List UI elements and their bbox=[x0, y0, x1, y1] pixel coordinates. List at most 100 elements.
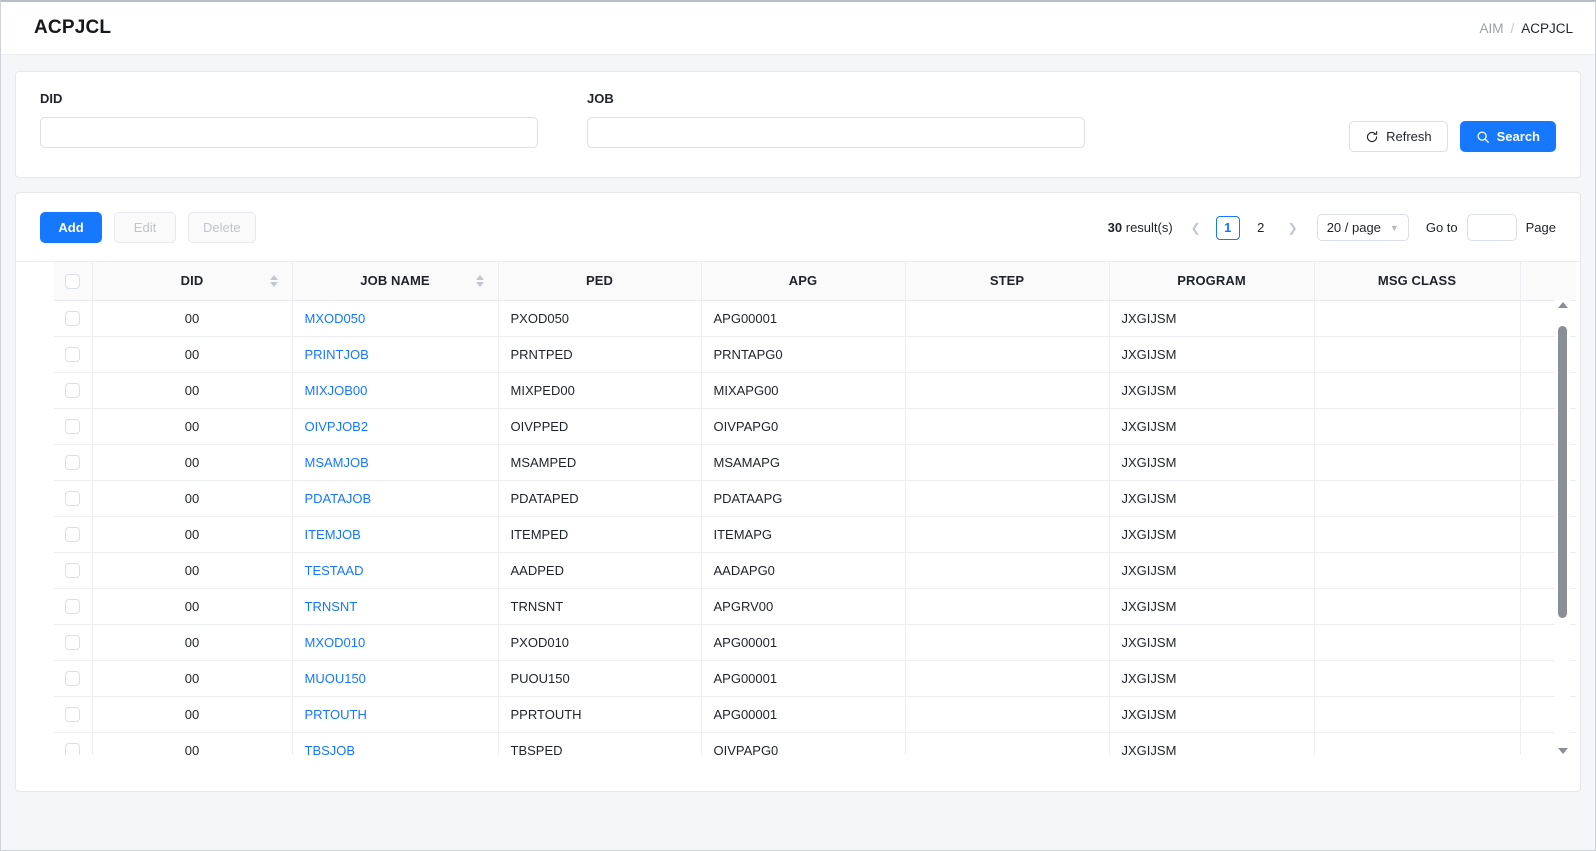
job-name-link[interactable]: MXOD010 bbox=[305, 635, 366, 650]
column-header-ped[interactable]: PED bbox=[498, 262, 702, 301]
cell-msg_class bbox=[1314, 372, 1521, 409]
page-button-1[interactable]: 1 bbox=[1215, 215, 1240, 240]
table-row[interactable]: 00 TRNSNT TRNSNT APGRV00 JXGIJSM bbox=[54, 588, 1576, 625]
scrollbar-track[interactable] bbox=[1558, 312, 1567, 744]
row-checkbox[interactable] bbox=[65, 563, 81, 579]
did-field-label: DID bbox=[40, 91, 63, 106]
cell-apg: AADAPG0 bbox=[701, 552, 906, 589]
column-header-program[interactable]: PROGRAM bbox=[1109, 262, 1315, 301]
table-row[interactable]: 00 MSAMJOB MSAMPED MSAMAPG JXGIJSM bbox=[54, 444, 1576, 481]
cell-job_name: TBSJOB bbox=[292, 732, 499, 756]
table-row[interactable]: 00 PDATAJOB PDATAPED PDATAAPG JXGIJSM bbox=[54, 480, 1576, 517]
job-name-link[interactable]: PRINTJOB bbox=[305, 347, 369, 362]
row-checkbox[interactable] bbox=[65, 311, 81, 327]
page-button-2[interactable]: 2 bbox=[1249, 216, 1273, 240]
chevron-left-icon[interactable]: ❮ bbox=[1185, 216, 1207, 240]
cell-apg: APG00001 bbox=[701, 660, 906, 697]
refresh-button[interactable]: Refresh bbox=[1349, 121, 1448, 152]
job-input[interactable] bbox=[587, 117, 1085, 148]
job-name-link[interactable]: MSAMJOB bbox=[305, 455, 369, 470]
edit-button[interactable]: Edit bbox=[114, 212, 176, 243]
grid-action-buttons: Add Edit Delete bbox=[40, 212, 256, 243]
page-size-select[interactable]: 20 / page ▼ bbox=[1316, 214, 1409, 241]
sort-icon-job-name[interactable] bbox=[475, 274, 484, 287]
row-checkbox[interactable] bbox=[65, 455, 81, 471]
table-body: 00 MXOD050 PXOD050 APG00001 JXGIJSM 00 PRINTJO… bbox=[54, 300, 1576, 755]
table-row[interactable]: 00 TESTAAD AADPED AADAPG0 JXGIJSM bbox=[54, 552, 1576, 589]
scroll-up-arrow-icon[interactable] bbox=[1557, 302, 1568, 308]
job-name-link[interactable]: TESTAAD bbox=[305, 563, 364, 578]
delete-button[interactable]: Delete bbox=[188, 212, 256, 243]
table-row[interactable]: 00 OIVPJOB2 OIVPPED OIVPAPG0 JXGIJSM bbox=[54, 408, 1576, 445]
column-header-did[interactable]: DID bbox=[92, 262, 293, 301]
select-all-checkbox[interactable] bbox=[65, 273, 81, 289]
row-checkbox[interactable] bbox=[65, 743, 81, 755]
goto-page-input[interactable] bbox=[1466, 214, 1517, 241]
did-filter-group: DID bbox=[40, 91, 538, 148]
cell-apg: ITEMAPG bbox=[701, 516, 906, 553]
breadcrumb-separator: / bbox=[1510, 20, 1515, 36]
table-row[interactable]: 00 MXOD010 PXOD010 APG00001 JXGIJSM bbox=[54, 624, 1576, 661]
cell-did: 00 bbox=[92, 660, 293, 697]
cell-program: JXGIJSM bbox=[1109, 408, 1315, 445]
cell-msg_class bbox=[1314, 408, 1521, 445]
job-name-link[interactable]: MXOD050 bbox=[305, 311, 366, 326]
cell-ped: PDATAPED bbox=[498, 480, 702, 517]
job-name-link[interactable]: ITEMJOB bbox=[305, 527, 361, 542]
table-row[interactable]: 00 TBSJOB TBSPED OIVPAPG0 JXGIJSM bbox=[54, 732, 1576, 755]
search-button[interactable]: Search bbox=[1459, 121, 1556, 152]
page-size-label: 20 / page bbox=[1326, 220, 1381, 235]
table-row[interactable]: 00 MXOD050 PXOD050 APG00001 JXGIJSM bbox=[54, 300, 1576, 337]
column-label-did: DID bbox=[180, 273, 204, 289]
add-button[interactable]: Add bbox=[40, 212, 102, 243]
result-count: 30 result(s) bbox=[1108, 220, 1173, 235]
table-row[interactable]: 00 ITEMJOB ITEMPED ITEMAPG JXGIJSM bbox=[54, 516, 1576, 553]
row-select-cell bbox=[54, 444, 93, 481]
job-field-label: JOB bbox=[587, 91, 614, 106]
job-name-link[interactable]: TRNSNT bbox=[305, 599, 358, 614]
table-scroll-container: DID JOB NAME PED APG STEP PROGRAM MSG CL… bbox=[16, 261, 1580, 755]
row-checkbox[interactable] bbox=[65, 383, 81, 399]
job-name-link[interactable]: TBSJOB bbox=[305, 743, 356, 756]
cell-program: JXGIJSM bbox=[1109, 552, 1315, 589]
cell-program: JXGIJSM bbox=[1109, 480, 1315, 517]
row-checkbox[interactable] bbox=[65, 527, 81, 543]
column-header-job-name[interactable]: JOB NAME bbox=[292, 262, 499, 301]
cell-msg_class bbox=[1314, 696, 1521, 733]
row-checkbox[interactable] bbox=[65, 599, 81, 615]
row-checkbox[interactable] bbox=[65, 671, 81, 687]
breadcrumb-current: ACPJCL bbox=[1521, 20, 1573, 36]
top-header-bar: ACPJCL AIM / ACPJCL bbox=[1, 2, 1595, 55]
row-checkbox[interactable] bbox=[65, 347, 81, 363]
sort-icon-did[interactable] bbox=[269, 274, 278, 287]
job-name-link[interactable]: PRTOUTH bbox=[305, 707, 367, 722]
cell-job_name: MUOU150 bbox=[292, 660, 499, 697]
did-input[interactable] bbox=[40, 117, 538, 148]
cell-msg_class bbox=[1314, 660, 1521, 697]
table-row[interactable]: 00 MIXJOB00 MIXPED00 MIXAPG00 JXGIJSM bbox=[54, 372, 1576, 409]
row-checkbox[interactable] bbox=[65, 707, 81, 723]
chevron-right-icon[interactable]: ❯ bbox=[1282, 216, 1304, 240]
scrollbar-thumb[interactable] bbox=[1558, 326, 1567, 618]
row-checkbox[interactable] bbox=[65, 491, 81, 507]
row-select-cell bbox=[54, 552, 93, 589]
table-vertical-scrollbar[interactable] bbox=[1555, 300, 1570, 755]
job-name-link[interactable]: MUOU150 bbox=[305, 671, 366, 686]
table-row[interactable]: 00 MUOU150 PUOU150 APG00001 JXGIJSM bbox=[54, 660, 1576, 697]
row-checkbox[interactable] bbox=[65, 419, 81, 435]
breadcrumb-root[interactable]: AIM bbox=[1479, 21, 1503, 36]
job-name-link[interactable]: MIXJOB00 bbox=[305, 383, 368, 398]
table-row[interactable]: 00 PRTOUTH PPRTOUTH APG00001 JXGIJSM bbox=[54, 696, 1576, 733]
column-header-apg[interactable]: APG bbox=[701, 262, 906, 301]
job-name-link[interactable]: OIVPJOB2 bbox=[305, 419, 369, 434]
job-name-link[interactable]: PDATAJOB bbox=[305, 491, 372, 506]
column-header-step[interactable]: STEP bbox=[905, 262, 1110, 301]
table-row[interactable]: 00 PRINTJOB PRNTPED PRNTAPG0 JXGIJSM bbox=[54, 336, 1576, 373]
cell-ped: OIVPPED bbox=[498, 408, 702, 445]
cell-msg_class bbox=[1314, 552, 1521, 589]
row-checkbox[interactable] bbox=[65, 635, 81, 651]
cell-step bbox=[905, 624, 1110, 661]
scroll-down-arrow-icon[interactable] bbox=[1557, 748, 1568, 754]
column-header-msg-class[interactable]: MSG CLASS bbox=[1314, 262, 1521, 301]
cell-program: JXGIJSM bbox=[1109, 372, 1315, 409]
